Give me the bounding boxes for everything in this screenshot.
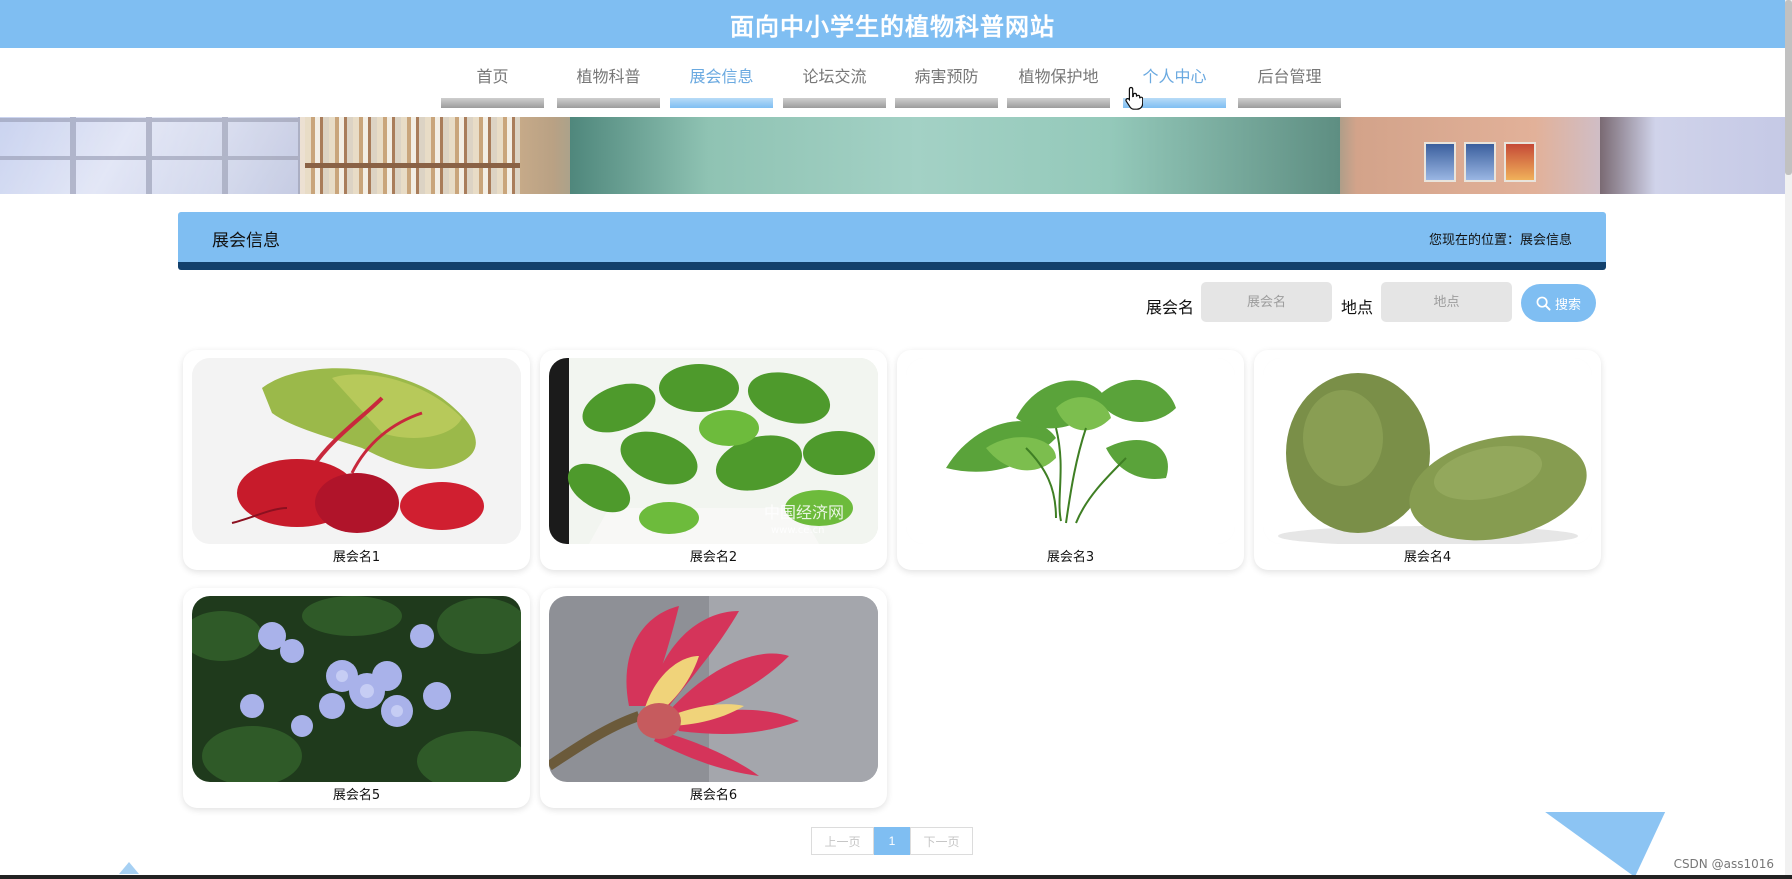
banner-chalkboard [570,117,1340,194]
nav-label: 个人中心 [1142,67,1207,86]
exhibition-name-input[interactable] [1201,282,1332,322]
location-label: 地点 [1341,298,1374,317]
nav-item-exhibition-info[interactable]: 展会信息 [670,66,773,108]
nav-item-forum[interactable]: 论坛交流 [783,66,886,108]
beetroot-image [192,358,521,544]
bottom-edge [0,875,1792,879]
exhibition-name-label: 展会名 [1146,298,1195,317]
nav-underline [783,98,886,108]
page-number-button[interactable]: 1 [874,827,910,855]
blue-plumbago-flowers-image [192,596,521,782]
card-image-sweet-potato-leaves [906,358,1235,544]
section-title: 展会信息 [212,231,280,251]
site-title: 面向中小学生的植物科普网站 [730,12,1055,41]
search-icon [1536,296,1551,311]
next-page-button[interactable]: 下一页 [910,827,973,855]
banner-door [1600,117,1785,194]
exhibition-card[interactable]: 展会名4 [1254,350,1601,570]
nav-underline [670,98,773,108]
nav-label: 后台管理 [1257,67,1322,86]
nav-item-home[interactable]: 首页 [441,66,544,108]
protea-flower-image [549,596,878,782]
search-button[interactable]: 搜索 [1521,284,1596,322]
card-name: 展会名2 [689,550,738,565]
card-name: 展会名6 [689,788,738,803]
breadcrumb: 您现在的位置：展会信息 [1428,233,1572,248]
card-name: 展会名1 [332,550,381,565]
main-nav: 首页 植物科普 展会信息 论坛交流 病害预防 植物保护地 个人中心 后台管理 [0,48,1785,117]
pothos-plant-image: 中国经济网 www.ce.cn [549,358,878,544]
card-name: 展会名3 [1046,550,1095,565]
location-input[interactable] [1381,282,1512,322]
decorative-triangle [1514,812,1666,877]
nav-item-plant-reserve[interactable]: 植物保护地 [1007,66,1110,108]
csdn-watermark: CSDN @ass1016 [1673,857,1774,871]
decorative-triangle-small [119,862,139,874]
nav-item-disease-prevention[interactable]: 病害预防 [895,66,998,108]
exhibition-card[interactable]: 展会名6 [540,588,887,808]
image-watermark-url: www.ce.cn [771,525,824,536]
card-image-protea [549,596,878,782]
nav-label: 首页 [476,67,509,86]
title-bar: 面向中小学生的植物科普网站 [0,0,1785,48]
exhibition-card[interactable]: 中国经济网 www.ce.cn 展会名2 [540,350,887,570]
section-header: 展会信息 您现在的位置：展会信息 [178,212,1606,270]
card-image-pothos: 中国经济网 www.ce.cn [549,358,878,544]
search-button-label: 搜索 [1554,297,1581,313]
card-image-winter-melon [1263,358,1592,544]
exhibition-card[interactable]: 展会名5 [183,588,530,808]
banner-window [0,117,300,194]
nav-underline [895,98,998,108]
exhibition-card[interactable]: 展会名3 [897,350,1244,570]
card-name: 展会名5 [332,788,381,803]
classroom-banner [0,117,1785,194]
nav-underline [1007,98,1110,108]
winter-melon-image [1263,358,1592,544]
nav-label: 植物科普 [576,67,641,86]
image-watermark-text: 中国经济网 [764,503,844,522]
card-name: 展会名4 [1403,550,1452,565]
nav-item-plant-science[interactable]: 植物科普 [557,66,660,108]
card-image-beetroot [192,358,521,544]
hand-cursor-icon [1125,86,1143,110]
nav-label: 病害预防 [914,67,979,86]
nav-underline [441,98,544,108]
nav-label: 展会信息 [689,67,754,86]
exhibition-card[interactable]: 展会名1 [183,350,530,570]
nav-underline [557,98,660,108]
sweet-potato-leaves-image [906,358,1235,544]
nav-underline [1238,98,1341,108]
scrollbar-thumb[interactable] [1785,0,1792,175]
nav-label: 论坛交流 [802,67,867,86]
nav-label: 植物保护地 [1018,67,1099,86]
banner-posters [1424,142,1536,182]
nav-item-admin[interactable]: 后台管理 [1238,66,1341,108]
card-image-plumbago [192,596,521,782]
banner-bookshelf [305,117,520,194]
prev-page-button[interactable]: 上一页 [811,827,874,855]
pagination: 上一页 1 下一页 [811,827,973,855]
